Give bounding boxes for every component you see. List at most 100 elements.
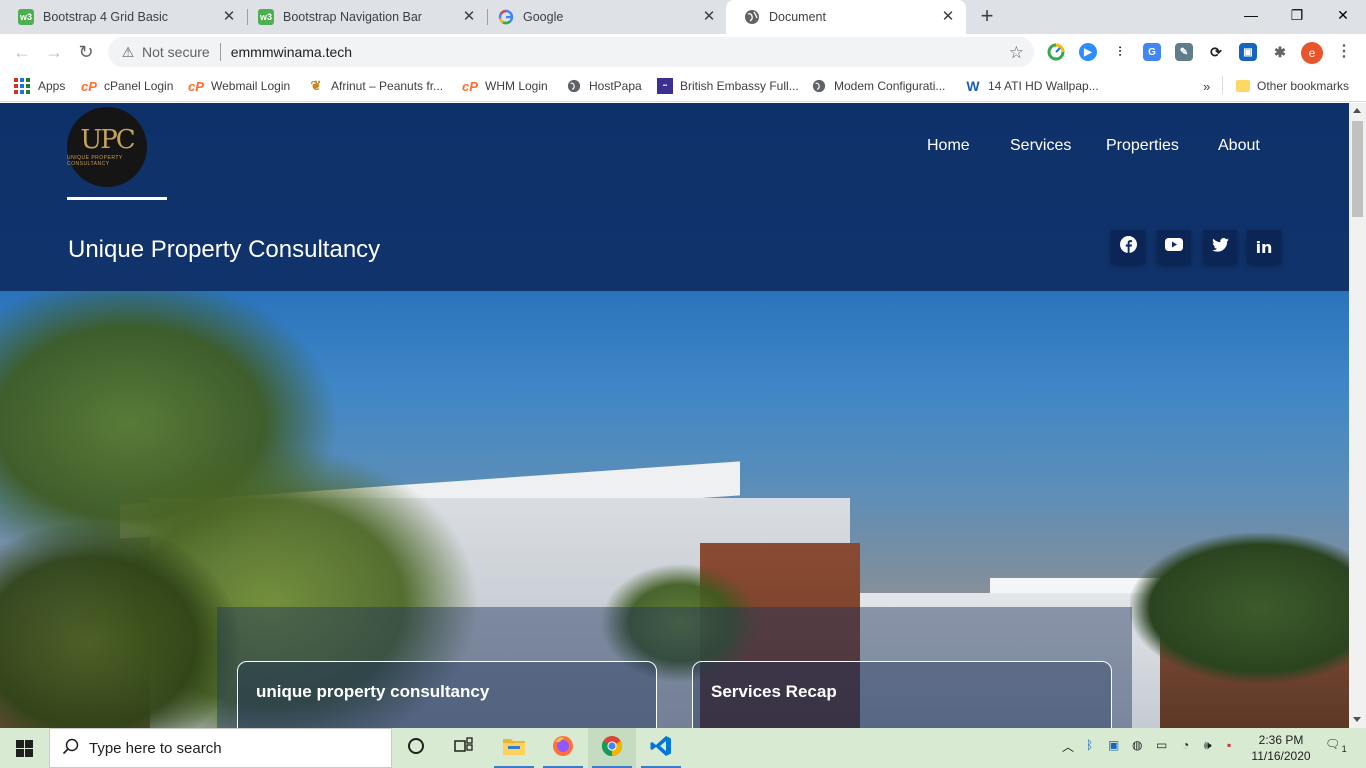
taskbar-search-box[interactable]: Type here to search	[49, 728, 392, 768]
pen-extension-icon[interactable]: ✎	[1175, 43, 1193, 61]
bookmark-label: British Embassy Full...	[680, 79, 799, 93]
profile-avatar[interactable]: e	[1301, 42, 1323, 64]
bookmark-british-embassy[interactable]: ▪▪ British Embassy Full...	[657, 76, 799, 96]
tab-title: Bootstrap 4 Grid Basic	[43, 10, 169, 24]
tab-bootstrap-grid[interactable]: w3 Bootstrap 4 Grid Basic ✕	[0, 0, 247, 34]
tray-app-icon[interactable]: ▣	[1108, 738, 1119, 752]
search-placeholder: Type here to search	[89, 739, 222, 757]
tray-app-icon[interactable]: ▪	[1227, 738, 1231, 752]
services-card: Services Recap	[692, 661, 1112, 728]
task-view-icon	[454, 736, 474, 760]
w3schools-icon: w3	[258, 9, 274, 25]
reload-button[interactable]: ↻	[74, 40, 98, 64]
cortana-button[interactable]	[392, 728, 440, 768]
taskbar-chrome[interactable]	[588, 728, 636, 768]
bookmark-webmail[interactable]: cP Webmail Login	[188, 76, 290, 96]
close-window-button[interactable]: ✕	[1320, 0, 1366, 30]
cortana-icon	[407, 737, 425, 760]
site-logo[interactable]: UPC UNIQUE PROPERTY CONSULTANCY	[67, 107, 147, 187]
back-button[interactable]: ←	[10, 40, 34, 64]
start-button[interactable]	[0, 728, 48, 768]
card-title: Services Recap	[711, 682, 837, 701]
minimize-button[interactable]: —	[1228, 0, 1274, 30]
show-hidden-icons-button[interactable]: ︿	[1062, 738, 1074, 755]
bookmark-other[interactable]: Other bookmarks	[1236, 76, 1349, 96]
nav-about[interactable]: About	[1218, 137, 1260, 155]
bookmark-label: Other bookmarks	[1257, 79, 1350, 93]
nav-services[interactable]: Services	[1010, 137, 1071, 155]
tray-app-icon[interactable]: ◍	[1132, 738, 1142, 752]
linkedin-link[interactable]: in	[1247, 230, 1281, 264]
card-title: unique property consultancy	[256, 682, 490, 701]
address-bar[interactable]: ⚠ Not secure emmmwinama.tech ☆	[108, 37, 1034, 67]
bookmark-afrinut[interactable]: ❦ Afrinut – Peanuts fr...	[308, 76, 444, 96]
youtube-icon	[1165, 238, 1183, 256]
notification-icon: 🗨	[1325, 737, 1341, 751]
translate-extension-icon[interactable]: G	[1143, 43, 1161, 61]
zoom-extension-icon[interactable]: ▶	[1079, 43, 1097, 61]
close-icon[interactable]: ✕	[221, 9, 237, 25]
bookmark-cpanel[interactable]: cP cPanel Login	[81, 76, 173, 96]
url-text[interactable]: emmmwinama.tech	[231, 44, 352, 60]
taskbar-file-explorer[interactable]	[490, 728, 538, 768]
scroll-up-arrow[interactable]	[1353, 108, 1361, 113]
close-icon[interactable]: ✕	[701, 9, 717, 25]
cpanel-icon: cP	[188, 78, 204, 94]
briefcase-extension-icon[interactable]: ▣	[1239, 43, 1257, 61]
taskbar-vscode[interactable]	[637, 728, 685, 768]
more-bookmarks-button[interactable]: »	[1203, 76, 1210, 96]
close-icon[interactable]: ✕	[940, 9, 956, 25]
bookmark-ati-wallpapers[interactable]: W 14 ATI HD Wallpap...	[965, 76, 1099, 96]
tab-google[interactable]: Google ✕	[480, 0, 727, 34]
taskbar-clock[interactable]: 2:36 PM 11/16/2020	[1246, 732, 1316, 764]
twitter-icon	[1211, 237, 1229, 257]
tab-bootstrap-navbar[interactable]: w3 Bootstrap Navigation Bar ✕	[240, 0, 487, 34]
scrollbar-thumb[interactable]	[1352, 121, 1363, 217]
security-status[interactable]: Not secure	[142, 44, 210, 60]
refresh-extension-icon[interactable]: ⟳	[1207, 43, 1225, 61]
bluetooth-icon[interactable]: ᛒ	[1086, 738, 1093, 752]
bookmark-whm[interactable]: cP WHM Login	[462, 76, 548, 96]
task-view-button[interactable]	[440, 728, 488, 768]
bookmark-star-icon[interactable]: ☆	[1009, 43, 1024, 63]
close-icon[interactable]: ✕	[461, 9, 477, 25]
extensions-puzzle-icon[interactable]: ✱	[1271, 43, 1289, 61]
globe-icon	[744, 9, 760, 25]
clock-date: 11/16/2020	[1251, 749, 1311, 763]
forward-button[interactable]: →	[42, 40, 66, 64]
volume-icon[interactable]: 🕪	[1204, 738, 1212, 753]
browser-menu-icon[interactable]: ⋮	[1336, 42, 1352, 62]
bookmark-apps[interactable]: Apps	[14, 76, 65, 96]
bookmark-label: Apps	[38, 79, 66, 93]
wifi-icon[interactable]: ◔	[1182, 738, 1189, 752]
apps-grid-icon	[14, 78, 30, 94]
google-icon	[498, 9, 514, 25]
taskbar-firefox[interactable]	[539, 728, 587, 768]
youtube-link[interactable]	[1157, 230, 1191, 264]
logo-underline	[67, 197, 167, 200]
bookmark-label: 14 ATI HD Wallpap...	[988, 79, 1099, 93]
action-center-button[interactable]: 🗨 1	[1325, 737, 1349, 754]
browser-tab-strip: w3 Bootstrap 4 Grid Basic ✕ w3 Bootstrap…	[0, 0, 1366, 34]
scroll-down-arrow[interactable]	[1353, 717, 1361, 722]
restore-button[interactable]: ❐	[1274, 0, 1320, 30]
tag-extension-icon[interactable]: ⫶	[1111, 43, 1129, 61]
site-header: UPC UNIQUE PROPERTY CONSULTANCY Home Ser…	[0, 103, 1349, 291]
nav-properties[interactable]: Properties	[1106, 137, 1179, 155]
battery-icon[interactable]: ▭	[1156, 738, 1167, 752]
bookmark-modem-config[interactable]: Modem Configurati...	[811, 76, 945, 96]
notification-count: 1	[1341, 744, 1347, 754]
twitter-link[interactable]	[1203, 230, 1237, 264]
tab-document[interactable]: Document ✕	[726, 0, 966, 34]
bookmark-hostpapa[interactable]: HostPapa	[566, 76, 642, 96]
warning-icon[interactable]: ⚠	[120, 44, 136, 60]
wallpaper-icon: W	[966, 78, 980, 94]
bookmark-label: WHM Login	[485, 79, 548, 93]
page-scrollbar[interactable]	[1349, 103, 1366, 728]
bookmark-label: cPanel Login	[104, 79, 174, 93]
facebook-link[interactable]	[1111, 230, 1145, 264]
new-tab-button[interactable]: +	[976, 5, 998, 28]
speed-extension-icon[interactable]	[1047, 43, 1065, 61]
tab-title: Document	[769, 10, 826, 24]
nav-home[interactable]: Home	[927, 137, 970, 155]
